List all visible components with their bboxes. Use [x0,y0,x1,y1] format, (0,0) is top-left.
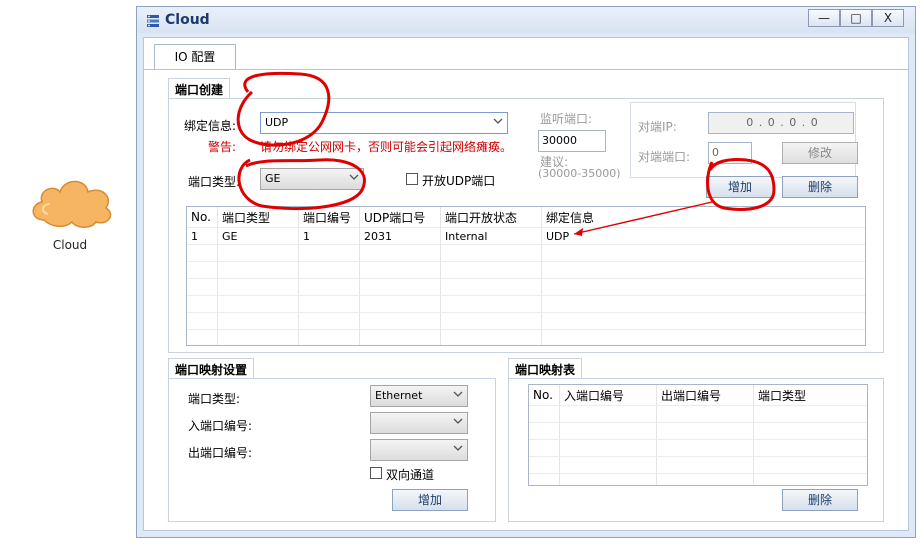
tab-divider [144,69,908,70]
port-type-select[interactable]: GE [260,168,364,190]
mapping-table: No. 入端口编号 出端口编号 端口类型 [528,384,868,486]
modify-button[interactable]: 修改 [782,142,858,164]
minimize-button[interactable]: — [808,9,840,27]
window-title: Cloud [165,12,210,28]
empty-row [187,329,865,345]
peer-port-label: 对端端口: [638,150,691,164]
mapping-table-header: No. 入端口编号 出端口编号 端口类型 [529,385,867,406]
cell-open-status: Internal [440,227,542,245]
empty-row [187,261,865,279]
empty-row [529,405,867,423]
map-port-type-label: 端口类型: [188,392,241,406]
cloud-config-window: Cloud — □ X IO 配置 端口创建 绑定信息: UDP 警告: 请勿绑… [136,6,916,538]
cell-binding: UDP [541,227,865,245]
peer-ip-input[interactable]: 0 . 0 . 0 . 0 [708,112,854,134]
port-create-title: 端口创建 [168,78,231,100]
empty-row [187,244,865,262]
port-type-select-value: GE [265,172,281,185]
warning-text: 请勿绑定公网网卡，否则可能会引起网络瘫痪。 [260,140,513,154]
chevron-down-icon [453,418,463,424]
col-port-number: 端口编号 [298,207,360,228]
chevron-down-icon [453,391,463,397]
warning-label: 警告: [208,140,237,154]
map-col-in-port: 入端口编号 [559,385,657,406]
col-udp-port: UDP端口号 [359,207,441,228]
cell-port-type: GE [217,227,299,245]
open-udp-label: 开放UDP端口 [422,174,496,188]
binding-select[interactable]: UDP [260,112,508,134]
map-col-out-port: 出端口编号 [656,385,754,406]
empty-row [529,439,867,457]
mapping-table-title: 端口映射表 [508,358,583,380]
cell-no: 1 [187,227,218,245]
in-port-select[interactable] [370,412,468,434]
col-binding: 绑定信息 [541,207,865,228]
out-port-label: 出端口编号: [188,446,253,460]
delete-mapping-button[interactable]: 删除 [782,489,858,511]
tab-io-config[interactable]: IO 配置 [154,44,236,70]
chevron-down-icon [349,174,359,180]
binding-label: 绑定信息: [184,119,237,133]
listen-port-label: 监听端口: [540,112,593,126]
empty-row [187,278,865,296]
port-table: No. 端口类型 端口编号 UDP端口号 端口开放状态 绑定信息 1 GE 1 … [186,206,866,346]
chevron-down-icon [493,118,503,124]
chevron-down-icon [453,445,463,451]
port-mapping-title: 端口映射设置 [168,358,255,380]
bidirectional-label: 双向通道 [386,468,435,482]
suggest-range: (30000-35000) [538,167,621,180]
empty-row [187,295,865,313]
table-row[interactable]: 1 GE 1 2031 Internal UDP [187,227,865,245]
cloud-device-icon[interactable] [26,170,116,230]
map-col-port-type: 端口类型 [753,385,867,406]
close-button[interactable]: X [872,9,904,27]
port-type-label: 端口类型: [188,175,241,189]
empty-row [529,473,867,485]
map-col-no: No. [529,385,560,406]
bidirectional-checkbox[interactable] [370,467,382,479]
peer-ip-label: 对端IP: [638,120,677,134]
window-client-area: IO 配置 端口创建 绑定信息: UDP 警告: 请勿绑定公网网卡，否则可能会引… [143,37,909,531]
app-icon [147,15,159,27]
add-mapping-button[interactable]: 增加 [392,489,468,511]
cell-udp-port: 2031 [359,227,441,245]
empty-row [529,422,867,440]
col-port-type: 端口类型 [217,207,299,228]
map-port-type-value: Ethernet [375,389,423,402]
listen-port-input[interactable]: 30000 [538,130,606,152]
in-port-label: 入端口编号: [188,419,253,433]
out-port-select[interactable] [370,439,468,461]
map-port-type-select[interactable]: Ethernet [370,385,468,407]
col-no: No. [187,207,218,228]
port-table-header: No. 端口类型 端口编号 UDP端口号 端口开放状态 绑定信息 [187,207,865,228]
open-udp-checkbox[interactable] [406,173,418,185]
binding-select-value: UDP [265,116,289,129]
empty-row [529,456,867,474]
peer-port-input[interactable]: 0 [708,142,752,164]
empty-row [187,312,865,330]
delete-port-button[interactable]: 删除 [782,176,858,198]
cell-port-number: 1 [298,227,360,245]
cloud-device-label: Cloud [52,238,88,252]
add-port-button[interactable]: 增加 [706,176,774,198]
col-open-status: 端口开放状态 [440,207,542,228]
title-bar[interactable]: Cloud — □ X [137,7,915,33]
maximize-button[interactable]: □ [840,9,872,27]
